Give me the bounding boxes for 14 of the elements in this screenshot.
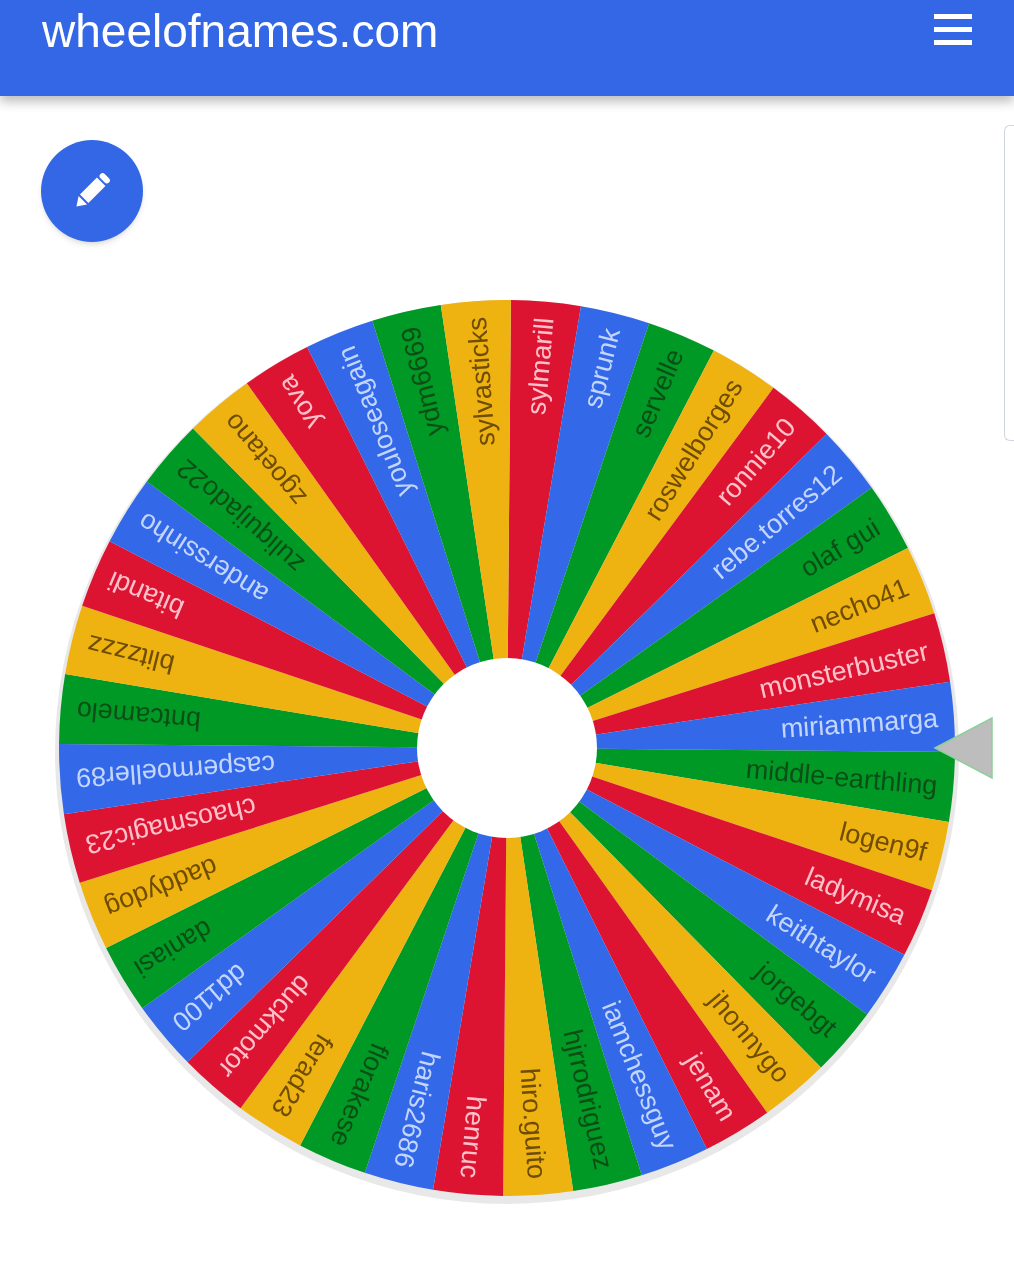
name-label: caspermoeller89 [75,749,277,794]
name-label: miriammarga [779,702,939,744]
site-title[interactable]: wheelofnames.com [42,8,439,54]
name-label: henruc [454,1094,492,1180]
name-label: bntcamelo [75,695,203,737]
name-label: sprunk [577,325,627,412]
name-label: blitzzzz [84,628,178,680]
name-label: middle-earthling [744,753,939,801]
name-label: sylvasticks [461,316,501,447]
name-label: hiro.guito [514,1067,553,1180]
name-label: logen9f [836,816,930,868]
menu-icon[interactable] [934,14,972,46]
wheel-hub[interactable] [417,658,597,838]
name-label: sylmarill [521,316,560,417]
